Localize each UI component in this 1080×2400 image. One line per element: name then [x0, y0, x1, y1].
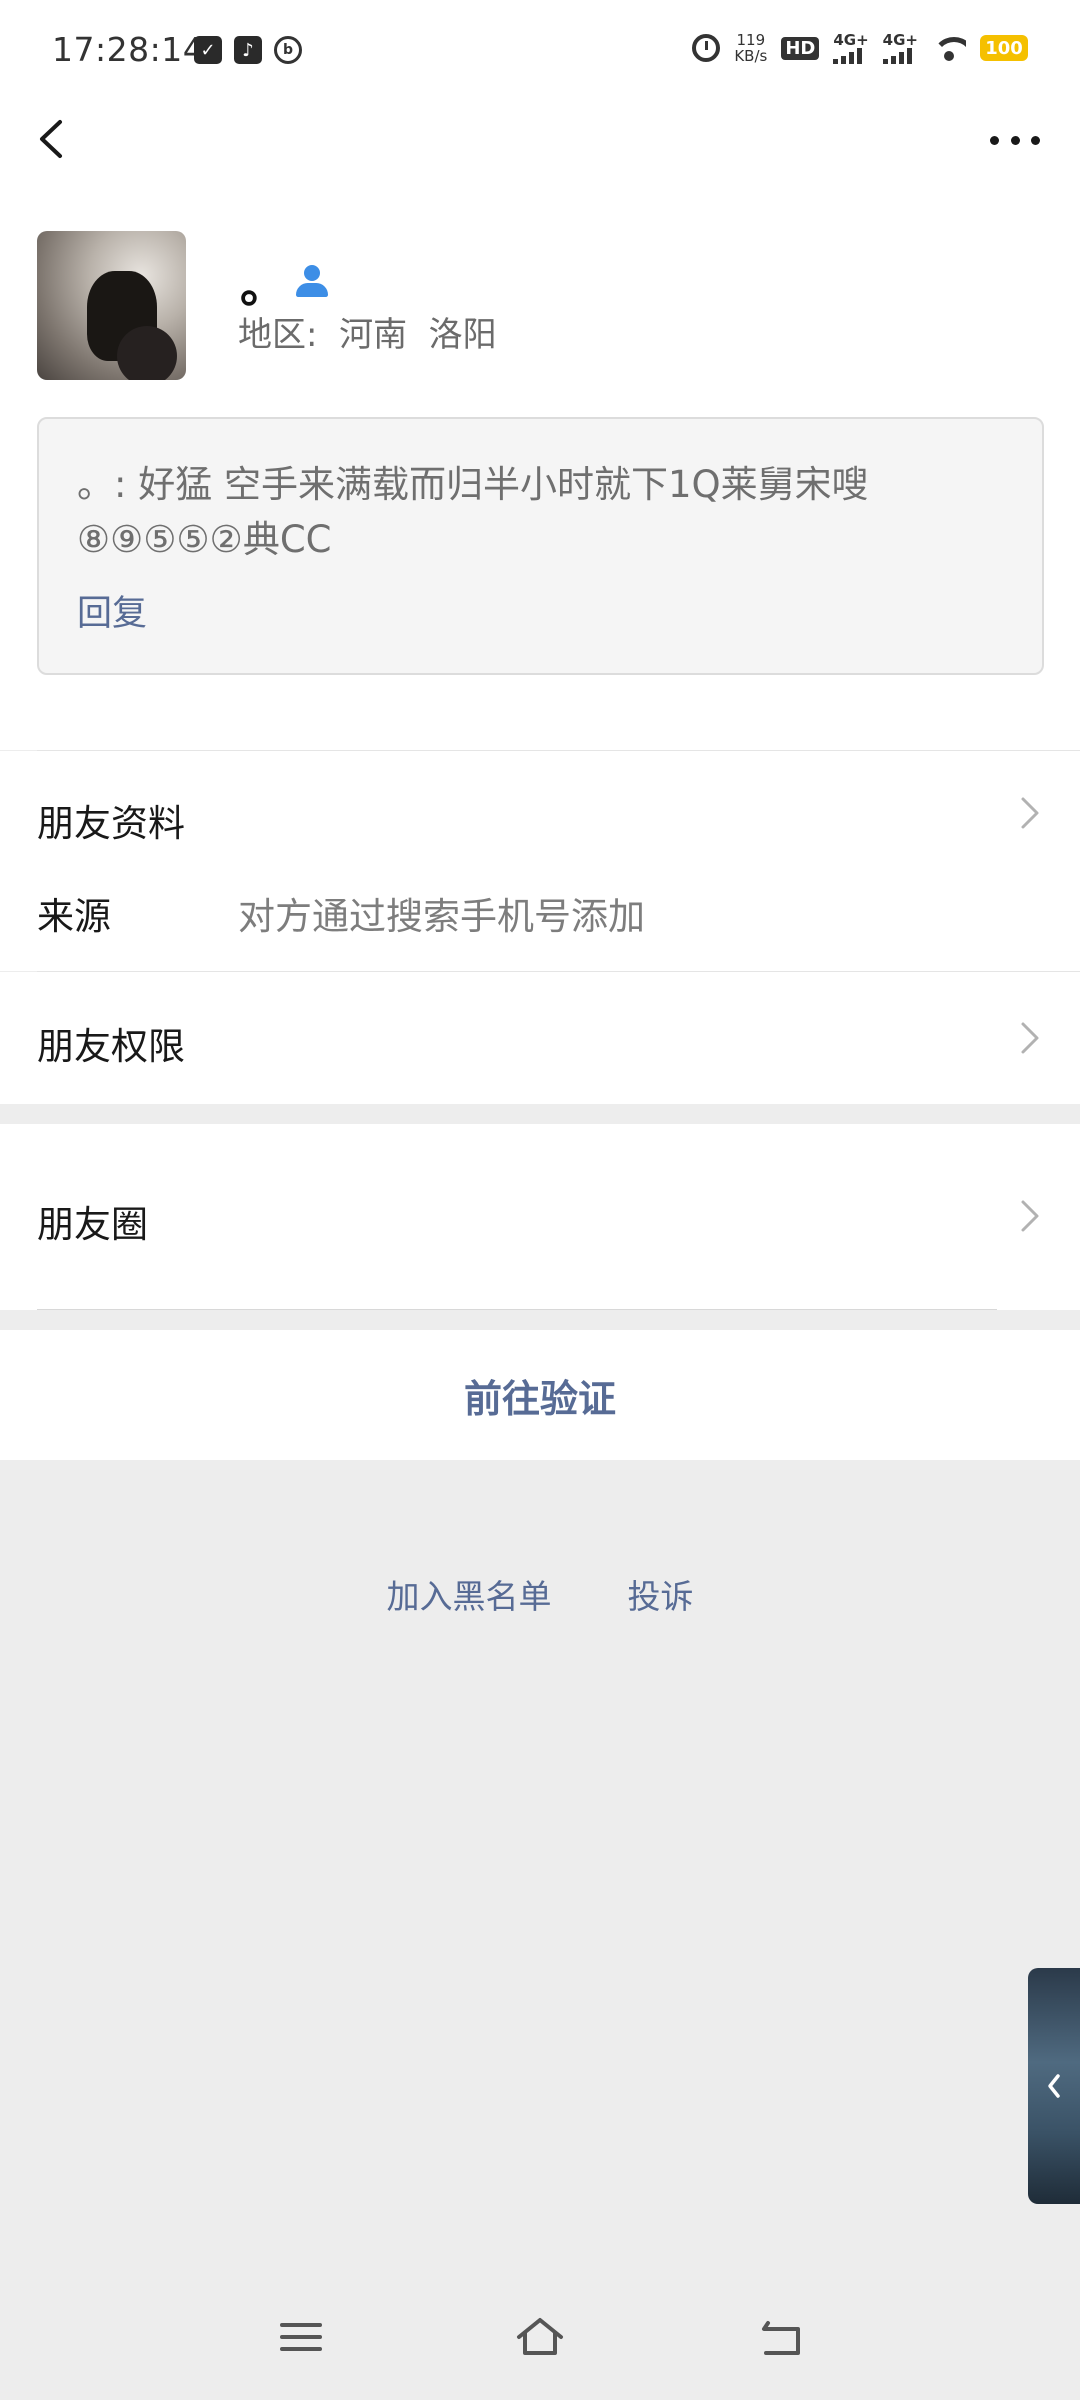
net-speed-unit: KB/s [734, 47, 768, 65]
moments-label: 朋友圈 [37, 1203, 148, 1246]
back-arrow-icon [762, 2321, 800, 2355]
reply-link[interactable]: 回复 [77, 585, 147, 636]
report-link[interactable]: 投诉 [628, 1570, 694, 1618]
more-button[interactable] [990, 120, 1040, 160]
clipboard-check-icon: ✓ [194, 36, 222, 64]
battery-icon: 100 [980, 35, 1028, 61]
person-icon [292, 263, 332, 303]
go-verify-button[interactable]: 前往验证 [0, 1330, 1080, 1460]
net-speed: 119 KB/s [734, 32, 767, 64]
notification-icons: ✓ ♪ b [194, 36, 302, 64]
chevron-left-icon [1048, 2074, 1060, 2098]
add-to-blacklist-link[interactable]: 加入黑名单 [387, 1570, 552, 1618]
friend-info-label: 朋友资料 [37, 802, 185, 845]
divider [37, 1309, 997, 1310]
system-icons: 119 KB/s HD 4G+ 4G+ 100 [692, 32, 1028, 64]
status-time: 17:28:14 [52, 30, 205, 69]
wifi-icon [932, 35, 966, 61]
back-button[interactable] [28, 114, 78, 164]
menu-button[interactable] [276, 2315, 326, 2359]
circle-logo-icon: b [274, 36, 302, 64]
status-bar: 17:28:14 ✓ ♪ b 119 KB/s HD 4G+ 4G+ 100 [0, 0, 1080, 104]
verification-message-text: 。: 好猛 空手来满载而归半小时就下1Q莱舅宋嗖⑧⑨⑤⑤②典CC [77, 463, 869, 561]
friend-permissions-label: 朋友权限 [37, 1025, 185, 1068]
friend-info-row[interactable]: 朋友资料 来源 对方通过搜索手机号添加 [0, 751, 1080, 971]
source-label: 来源 [37, 895, 111, 938]
nav-bar [0, 104, 1080, 222]
menu-icon [280, 2323, 322, 2351]
chevron-right-icon [1018, 1020, 1042, 1056]
go-verify-label: 前往验证 [463, 1376, 616, 1421]
verification-message-card: 。: 好猛 空手来满载而归半小时就下1Q莱舅宋嗖⑧⑨⑤⑤②典CC 回复 [37, 417, 1044, 675]
network-type-2: 4G+ [882, 30, 918, 49]
signal-icon: 4G+ [833, 30, 869, 64]
home-button[interactable] [515, 2315, 565, 2359]
chevron-right-icon [1018, 1198, 1042, 1234]
back-system-button[interactable] [756, 2315, 806, 2359]
hd-icon: HD [781, 36, 820, 60]
floating-side-tab[interactable] [1028, 1968, 1080, 2204]
chevron-right-icon [1018, 795, 1042, 831]
alarm-icon [692, 34, 721, 62]
avatar[interactable] [37, 231, 186, 380]
friend-permissions-row[interactable]: 朋友权限 [0, 972, 1080, 1104]
moments-row[interactable]: 朋友圈 [0, 1124, 1080, 1310]
bottom-links: 加入黑名单 投诉 [0, 1570, 1080, 1618]
source-value: 对方通过搜索手机号添加 [238, 895, 645, 938]
home-icon [517, 2318, 563, 2355]
net-speed-value: 119 [736, 31, 766, 49]
more-dots-icon [990, 135, 999, 145]
signal-icon-2: 4G+ [882, 30, 918, 64]
network-type-1: 4G+ [833, 30, 869, 49]
chevron-left-icon [40, 120, 62, 158]
profile-region: 地区: 河南 洛阳 [238, 315, 497, 355]
tiktok-icon: ♪ [234, 36, 262, 64]
